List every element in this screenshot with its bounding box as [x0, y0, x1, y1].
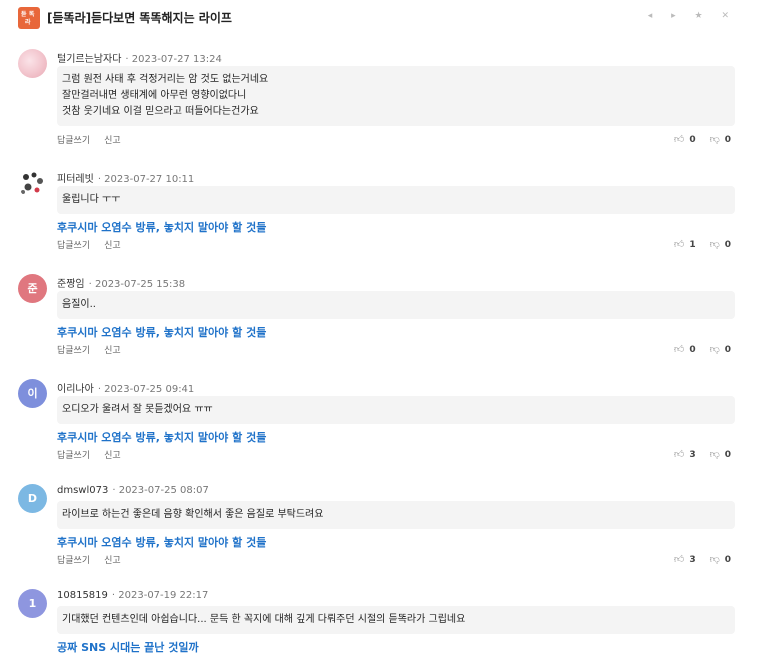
author-name[interactable]: 피터레빗: [57, 174, 94, 185]
vote-bar: 👍︎ 0 👎︎ 0: [674, 133, 731, 145]
comment-meta: dmswl073 · 2023-07-25 08:07: [57, 485, 209, 496]
comment-body: 음질이..: [57, 291, 735, 319]
comment-date: · 2023-07-27 10:11: [97, 174, 195, 185]
comment-date: · 2023-07-25 15:38: [88, 279, 186, 290]
reply-button[interactable]: 답글쓰기: [57, 241, 90, 251]
comment-line: 것참 웃기네요 이걸 믿으라고 떠들어다는건가요: [62, 106, 259, 117]
channel-logo[interactable]: 듣똑 라: [18, 7, 40, 29]
episode-link[interactable]: 후쿠시마 오염수 방류, 놓치지 말아야 할 것들: [57, 429, 266, 445]
avatar[interactable]: [18, 49, 47, 78]
comment-line: 라이브로 하는건 좋은데 음향 확인해서 좋은 음질로 부탁드려요: [62, 509, 324, 520]
comment-date: · 2023-07-25 09:41: [97, 384, 195, 395]
comment-line: 오디오가 울려서 잘 못듣겠어요 ㅠㅠ: [62, 404, 213, 415]
dislike-count: 0: [724, 240, 731, 250]
comment-date: · 2023-07-19 22:17: [111, 590, 209, 601]
reply-button[interactable]: 답글쓰기: [57, 451, 90, 461]
thumbs-up-icon[interactable]: 👍︎: [674, 239, 684, 250]
report-button[interactable]: 신고: [104, 346, 121, 356]
comment-line: 울립니다 ㅜㅜ: [62, 194, 121, 205]
comment-body: 그럼 원전 사태 후 걱정거리는 암 것도 없는거네요 잘만걸러내면 생태계에 …: [57, 66, 735, 126]
reply-button[interactable]: 답글쓰기: [57, 556, 90, 566]
report-button[interactable]: 신고: [104, 556, 121, 566]
comment-actions: 답글쓰기 신고: [57, 238, 135, 251]
report-button[interactable]: 신고: [104, 241, 121, 251]
comment-line: 그럼 원전 사태 후 걱정거리는 암 것도 없는거네요: [62, 74, 269, 85]
comment-date: · 2023-07-27 13:24: [125, 54, 222, 65]
comment-actions: 답글쓰기 신고: [57, 343, 135, 356]
comment-actions: 답글쓰기 신고: [57, 133, 135, 146]
comment-line: 기대했던 컨텐츠인데 아쉽습니다... 문득 한 꼭지에 대해 깊게 다뤄주던 …: [62, 614, 466, 625]
like-count: 0: [689, 345, 696, 355]
author-name[interactable]: dmswl073: [57, 485, 108, 496]
author-name[interactable]: 이리나아: [57, 384, 94, 395]
reply-button[interactable]: 답글쓰기: [57, 136, 90, 146]
comment-meta: 피터레빗 · 2023-07-27 10:11: [57, 170, 194, 185]
header-action-icons[interactable]: ◂ ▸ ★ ✕: [648, 11, 737, 21]
header: 듣똑 라 [듣똑라]듣다보면 똑똑해지는 라이프 ◂ ▸ ★ ✕: [0, 0, 773, 34]
dislike-count: 0: [724, 555, 731, 565]
thumbs-down-icon[interactable]: 👎︎: [710, 554, 720, 565]
report-button[interactable]: 신고: [104, 136, 121, 146]
avatar[interactable]: D: [18, 484, 47, 513]
dislike-count: 0: [724, 135, 731, 145]
thumbs-down-icon[interactable]: 👎︎: [710, 134, 720, 145]
comment-meta: 10815819 · 2023-07-19 22:17: [57, 590, 208, 601]
episode-link[interactable]: 후쿠시마 오염수 방류, 놓치지 말아야 할 것들: [57, 534, 266, 550]
like-count: 1: [689, 240, 696, 250]
vote-bar: 👍︎ 3 👎︎ 0: [674, 553, 731, 565]
vote-bar: 👍︎ 3 👎︎ 0: [674, 448, 731, 460]
dislike-count: 0: [724, 450, 731, 460]
thumbs-up-icon[interactable]: 👍︎: [674, 554, 684, 565]
vote-bar: 👍︎ 0 👎︎ 0: [674, 343, 731, 355]
vote-bar: 👍︎ 1 👎︎ 0: [674, 238, 731, 250]
comment-body: 오디오가 울려서 잘 못듣겠어요 ㅠㅠ: [57, 396, 735, 424]
thumbs-down-icon[interactable]: 👎︎: [710, 344, 720, 355]
episode-link[interactable]: 후쿠시마 오염수 방류, 놓치지 말아야 할 것들: [57, 219, 266, 235]
thumbs-down-icon[interactable]: 👎︎: [710, 239, 720, 250]
like-count: 0: [689, 135, 696, 145]
thumbs-up-icon[interactable]: 👍︎: [674, 449, 684, 460]
comment-meta: 준짱임 · 2023-07-25 15:38: [57, 275, 185, 290]
thumbs-down-icon[interactable]: 👎︎: [710, 449, 720, 460]
like-count: 3: [689, 450, 696, 460]
comment-line: 음질이..: [62, 299, 96, 310]
rabbit-avatar-icon: [21, 172, 43, 194]
comment-date: · 2023-07-25 08:07: [112, 485, 209, 496]
dislike-count: 0: [724, 345, 731, 355]
comment-body: 기대했던 컨텐츠인데 아쉽습니다... 문득 한 꼭지에 대해 깊게 다뤄주던 …: [57, 606, 735, 634]
thumbs-up-icon[interactable]: 👍︎: [674, 134, 684, 145]
episode-link[interactable]: 공짜 SNS 시대는 끝난 것일까: [57, 639, 199, 655]
avatar[interactable]: 준: [18, 274, 47, 303]
avatar[interactable]: [18, 169, 47, 198]
avatar[interactable]: 이: [18, 379, 47, 408]
comment-meta: 이리나아 · 2023-07-25 09:41: [57, 380, 194, 395]
comment-body: 울립니다 ㅜㅜ: [57, 186, 735, 214]
avatar[interactable]: 1: [18, 589, 47, 618]
channel-title[interactable]: [듣똑라]듣다보면 똑똑해지는 라이프: [47, 9, 232, 26]
report-button[interactable]: 신고: [104, 451, 121, 461]
episode-link[interactable]: 후쿠시마 오염수 방류, 놓치지 말아야 할 것들: [57, 324, 266, 340]
author-name[interactable]: 준짱임: [57, 279, 85, 290]
thumbs-up-icon[interactable]: 👍︎: [674, 344, 684, 355]
comment-meta: 털기르는남자다 · 2023-07-27 13:24: [57, 50, 222, 65]
author-name[interactable]: 털기르는남자다: [57, 54, 121, 65]
comment-actions: 답글쓰기 신고: [57, 553, 135, 566]
comment-line: 잘만걸러내면 생태계에 아무런 영향이없다니: [62, 90, 247, 101]
author-name[interactable]: 10815819: [57, 590, 108, 601]
comment-body: 라이브로 하는건 좋은데 음향 확인해서 좋은 음질로 부탁드려요: [57, 501, 735, 529]
comment-actions: 답글쓰기 신고: [57, 448, 135, 461]
like-count: 3: [689, 555, 696, 565]
reply-button[interactable]: 답글쓰기: [57, 346, 90, 356]
